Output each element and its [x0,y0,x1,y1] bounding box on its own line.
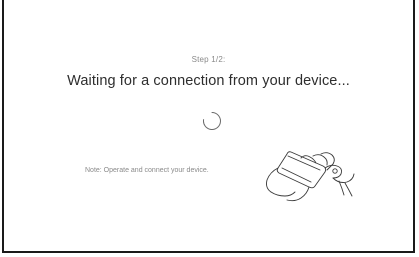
connection-note: Note: Operate and connect your device. [85,167,209,174]
step-indicator: Step 1/2: [191,55,226,64]
loading-spinner-icon [203,112,221,130]
waiting-title: Waiting for a connection from your devic… [67,73,350,89]
connection-screen: Step 1/2: Waiting for a connection from … [2,0,415,253]
hand-holding-phone-icon [266,151,355,202]
